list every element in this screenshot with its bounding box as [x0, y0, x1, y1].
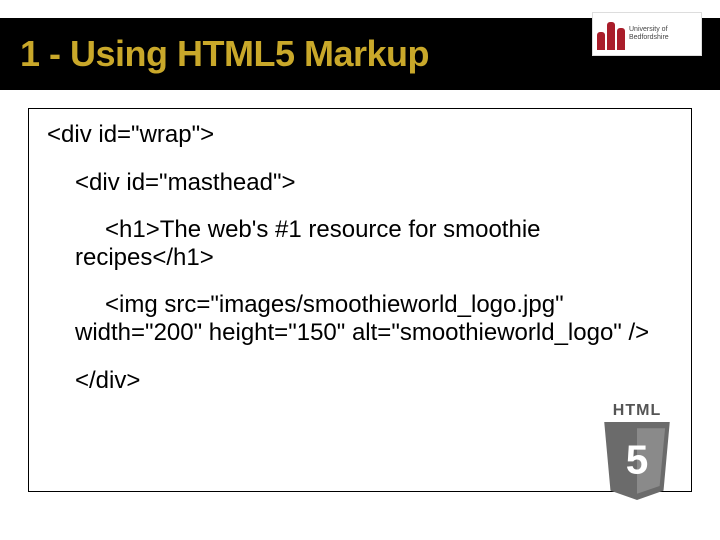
slide-title: 1 - Using HTML5 Markup	[20, 33, 429, 75]
university-logo: University of Bedfordshire	[592, 12, 702, 56]
shield-icon: 5	[597, 422, 677, 500]
code-line-2: <div id="masthead">	[47, 169, 673, 197]
code-line-5: </div>	[47, 367, 673, 395]
code-line-1: <div id="wrap">	[47, 121, 673, 149]
slide: 1 - Using HTML5 Markup University of Bed…	[0, 0, 720, 540]
university-name-line2: Bedfordshire	[629, 34, 669, 42]
html5-label: HTML	[613, 402, 661, 420]
shield-number: 5	[626, 436, 649, 482]
university-mark-icon	[597, 18, 625, 50]
university-name-line1: University of	[629, 26, 669, 34]
code-line-3: <h1>The web's #1 resource for smoothie r…	[47, 216, 673, 271]
university-name: University of Bedfordshire	[629, 26, 669, 41]
code-line-4: <img src="images/smoothieworld_logo.jpg"…	[47, 291, 673, 346]
html5-logo: HTML 5	[582, 402, 692, 512]
